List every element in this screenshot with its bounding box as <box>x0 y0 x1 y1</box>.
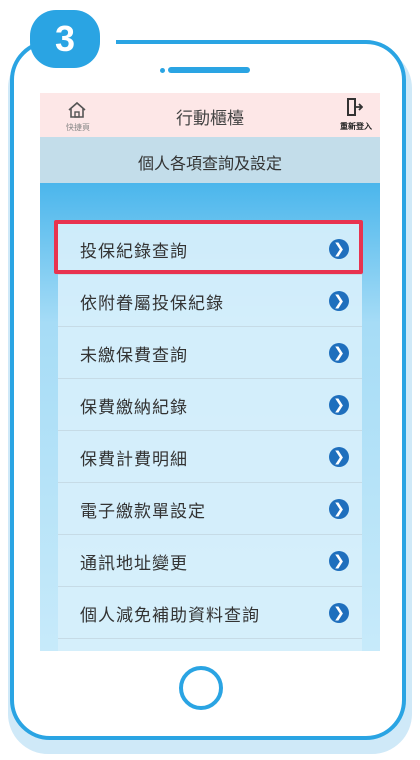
section-header: 個人各項查詢及設定 <box>40 137 380 183</box>
step-badge: 3 <box>30 10 100 68</box>
menu-item-dependent-record[interactable]: 依附眷屬投保紀錄 ❯ <box>58 275 362 327</box>
menu-item-label: 依附眷屬投保紀錄 <box>80 294 224 314</box>
menu-item-payment-record[interactable]: 保費繳納紀錄 ❯ <box>58 379 362 431</box>
menu-item-premium-details[interactable]: 保費計費明細 ❯ <box>58 431 362 483</box>
chevron-right-icon[interactable]: ❯ <box>329 603 349 623</box>
chevron-right-icon[interactable]: ❯ <box>329 343 349 363</box>
menu-item-label: 通訊地址變更 <box>80 554 188 574</box>
section-title: 個人各項查詢及設定 <box>137 154 282 173</box>
menu-item-label: 個人減免補助資料查詢 <box>80 606 260 626</box>
highlight-box <box>54 220 363 274</box>
phone-screen: 快捷頁 行動櫃檯 重新登入 個人各項查詢及設定 投保紀錄查詢 ❯ 依附眷屬投保紀… <box>40 93 380 651</box>
chevron-right-icon[interactable]: ❯ <box>329 395 349 415</box>
home-button[interactable] <box>179 666 223 710</box>
menu-list: 投保紀錄查詢 ❯ 依附眷屬投保紀錄 ❯ 未繳保費查詢 ❯ 保費繳納紀錄 ❯ 保費… <box>58 223 362 651</box>
menu-item-subsidy-query[interactable]: 個人減免補助資料查詢 ❯ <box>58 587 362 639</box>
menu-item-label: 保費繳納紀錄 <box>80 398 188 418</box>
camera-dot <box>160 68 165 73</box>
chevron-right-icon[interactable]: ❯ <box>329 291 349 311</box>
logout-label[interactable]: 重新登入 <box>336 121 376 132</box>
menu-item-address-change[interactable]: 通訊地址變更 ❯ <box>58 535 362 587</box>
top-bar: 快捷頁 行動櫃檯 重新登入 <box>40 93 380 137</box>
chevron-right-icon[interactable]: ❯ <box>329 551 349 571</box>
menu-item-label: 電子繳款單設定 <box>80 502 206 522</box>
chevron-right-icon[interactable]: ❯ <box>329 499 349 519</box>
menu-item-label: 未繳保費查詢 <box>80 346 188 366</box>
logout-icon[interactable] <box>345 97 363 117</box>
speaker-slot <box>168 67 250 73</box>
chevron-right-icon[interactable]: ❯ <box>329 447 349 467</box>
menu-item-unpaid-premium[interactable]: 未繳保費查詢 ❯ <box>58 327 362 379</box>
menu-item-label: 保費計費明細 <box>80 450 188 470</box>
menu-item-ebill-setting[interactable]: 電子繳款單設定 ❯ <box>58 483 362 535</box>
app-title: 行動櫃檯 <box>176 109 244 129</box>
